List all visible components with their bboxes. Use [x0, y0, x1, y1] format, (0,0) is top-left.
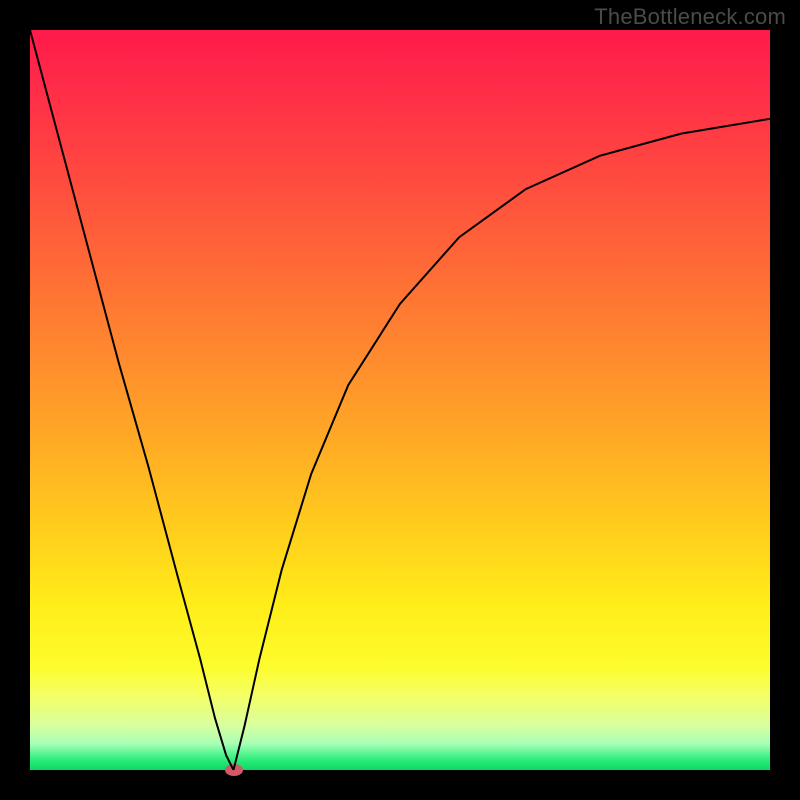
- watermark-text: TheBottleneck.com: [594, 4, 786, 30]
- chart-frame: TheBottleneck.com: [0, 0, 800, 800]
- curve-path: [30, 30, 770, 770]
- bottleneck-curve: [30, 30, 770, 770]
- plot-area: [30, 30, 770, 770]
